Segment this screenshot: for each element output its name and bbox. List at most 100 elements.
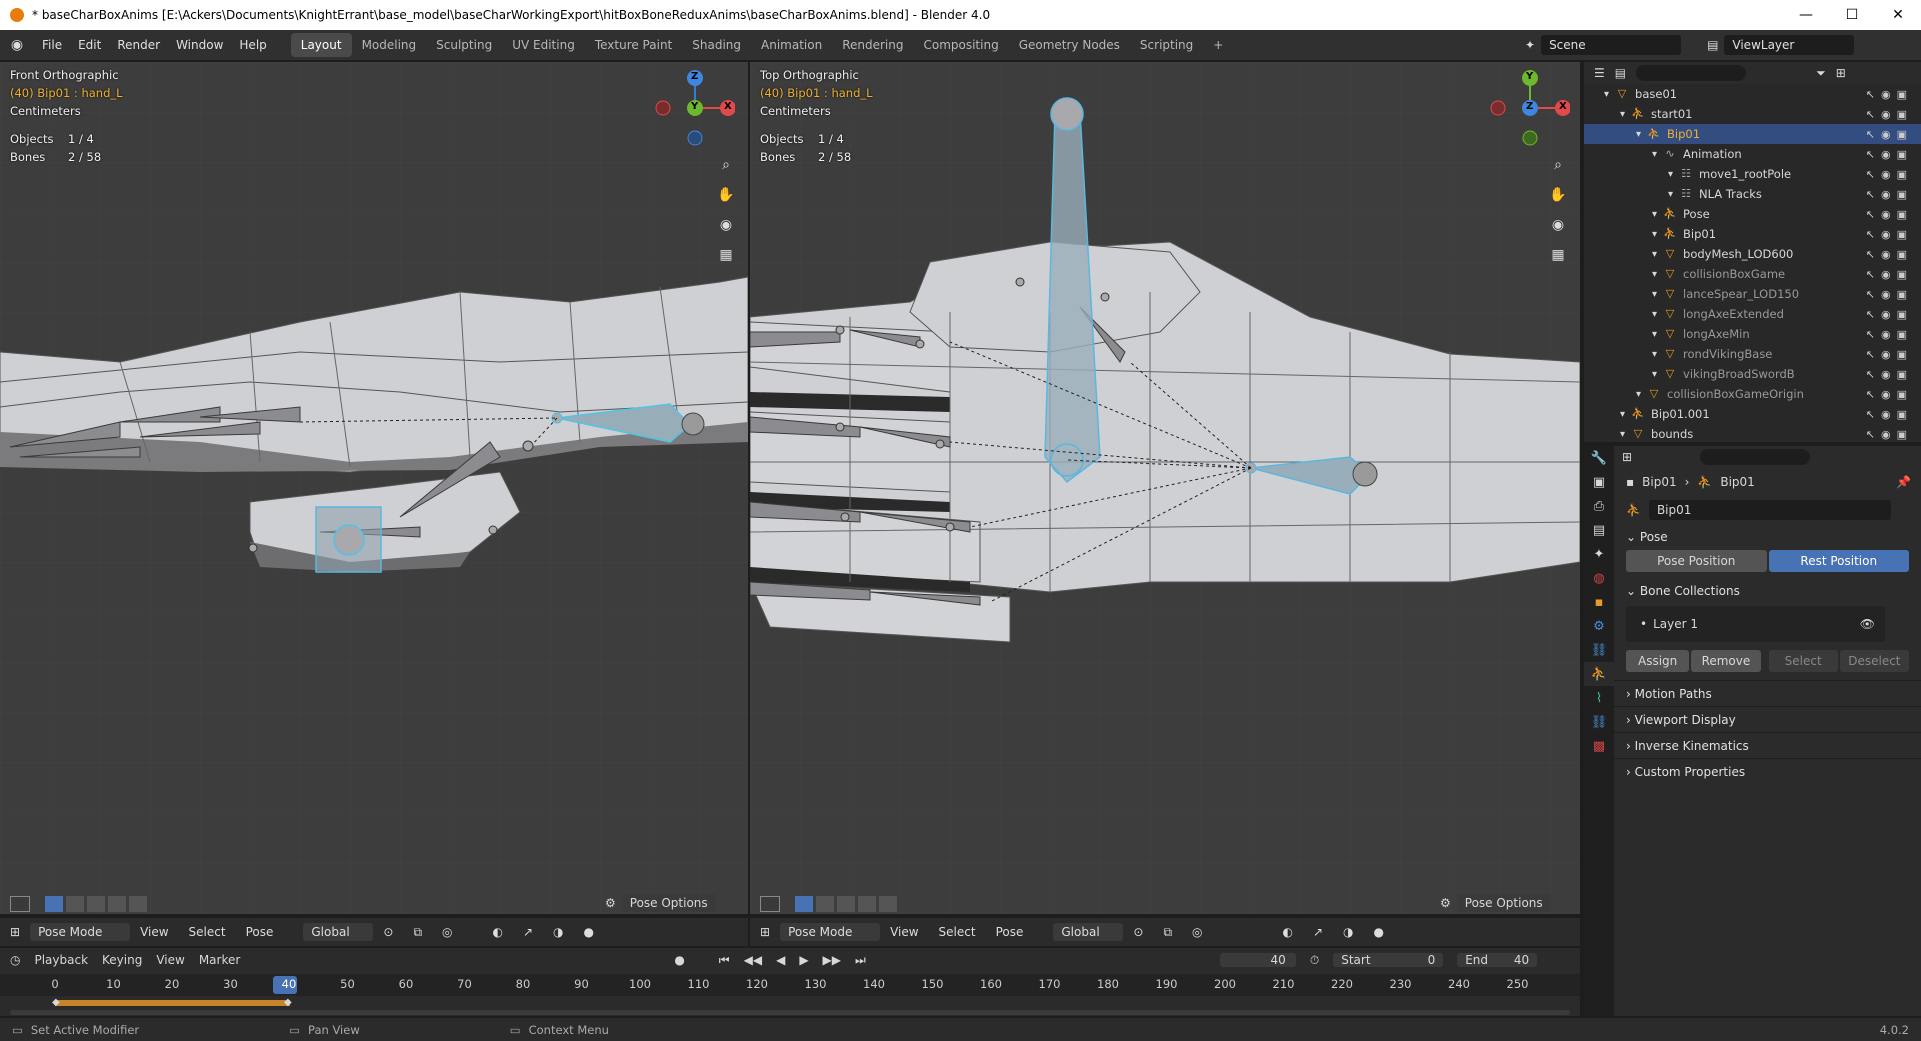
select-invert-icon[interactable] bbox=[858, 896, 876, 912]
visibility-toggles-icon[interactable]: ↖◉▣ bbox=[1866, 208, 1913, 221]
menu-view[interactable]: View bbox=[880, 925, 928, 939]
navigation-gizmo[interactable]: Z Y X bbox=[655, 68, 736, 148]
expand-arrow-icon[interactable]: ▾ bbox=[1620, 429, 1625, 440]
expand-arrow-icon[interactable]: ▾ bbox=[1652, 349, 1657, 360]
pose-options-icon[interactable]: ⚙ bbox=[1440, 896, 1451, 910]
expand-arrow-icon[interactable]: ▾ bbox=[1604, 89, 1609, 100]
frame-ruler[interactable]: 0 10 20 30 40 50 60 70 80 90 100 110 120 130 140 150 160… bbox=[0, 974, 1580, 996]
add-workspace-button[interactable]: + bbox=[1203, 33, 1233, 57]
outliner-search-input[interactable] bbox=[1636, 65, 1747, 81]
gizmo-icon[interactable]: ↗ bbox=[1303, 925, 1333, 939]
outliner-row[interactable]: ▾ ▽ vikingBroadSwordB ↖◉▣ bbox=[1584, 364, 1921, 384]
pose-options-icon[interactable]: ⚙ bbox=[605, 896, 616, 910]
properties-editor-icon[interactable]: ⊞ bbox=[1622, 450, 1632, 464]
assign-button[interactable]: Assign bbox=[1626, 650, 1690, 672]
overlay-icon[interactable]: ◑ bbox=[1333, 925, 1363, 939]
tab-modeling[interactable]: Modeling bbox=[352, 33, 427, 57]
pose-options-dropdown[interactable]: Pose Options bbox=[621, 894, 716, 912]
properties-search-input[interactable] bbox=[1700, 449, 1811, 465]
jump-end-icon[interactable]: ⏭ bbox=[855, 953, 866, 968]
bone-collections-header[interactable]: ⌄ Bone Collections bbox=[1614, 578, 1921, 604]
modifier-tab-icon[interactable]: ⚙ bbox=[1584, 614, 1614, 638]
timeline-scrollbar[interactable] bbox=[10, 1010, 1570, 1015]
outliner-row[interactable]: ▾ ▽ bounds ↖◉▣ bbox=[1584, 424, 1921, 442]
outliner-row[interactable]: ▾ ▽ collisionBoxGame ↖◉▣ bbox=[1584, 264, 1921, 284]
next-keyframe-icon[interactable]: ▶▶ bbox=[823, 953, 841, 967]
select-intersect-icon[interactable] bbox=[129, 896, 147, 912]
play-reverse-icon[interactable]: ◀ bbox=[776, 953, 785, 967]
outliner-editor-icon[interactable]: ☰ bbox=[1594, 66, 1605, 80]
tab-rendering[interactable]: Rendering bbox=[832, 33, 913, 57]
bone-tab-icon[interactable]: ⌇ bbox=[1584, 686, 1614, 710]
visibility-toggles-icon[interactable]: ↖◉▣ bbox=[1866, 288, 1913, 301]
view-layer-selector[interactable]: ViewLayer bbox=[1724, 35, 1855, 55]
select-invert-icon[interactable] bbox=[108, 896, 126, 912]
outliner-row[interactable]: ▾ ⛹ Bip01 ↖◉▣ bbox=[1584, 224, 1921, 244]
navigation-gizmo[interactable]: Y Z X bbox=[1490, 68, 1571, 148]
outliner-row[interactable]: ▾ ▽ rondVikingBase ↖◉▣ bbox=[1584, 344, 1921, 364]
visibility-toggles-icon[interactable]: ↖◉▣ bbox=[1866, 88, 1913, 101]
select-subtract-icon[interactable] bbox=[837, 896, 855, 912]
expand-arrow-icon[interactable]: ▾ bbox=[1652, 309, 1657, 320]
menu-edit[interactable]: Edit bbox=[70, 38, 109, 52]
armature-data-tab-icon[interactable]: ⛹ bbox=[1584, 662, 1614, 686]
menu-pose[interactable]: Pose bbox=[236, 925, 284, 939]
viewport-top[interactable]: Top Orthographic (40) Bip01 : hand_L Cen… bbox=[750, 62, 1580, 914]
select-subtract-icon[interactable] bbox=[87, 896, 105, 912]
pose-options-dropdown[interactable]: Pose Options bbox=[1456, 894, 1551, 912]
menu-help[interactable]: Help bbox=[231, 38, 274, 52]
snap-icon[interactable]: ⧉ bbox=[1153, 925, 1182, 940]
tool-icon[interactable] bbox=[760, 896, 780, 912]
menu-window[interactable]: Window bbox=[168, 38, 231, 52]
mode-dropdown[interactable]: Pose Mode bbox=[30, 923, 131, 941]
scene-icon[interactable]: ✦ bbox=[1525, 38, 1535, 52]
outliner-row[interactable]: ▾ ⛹ Bip01.001 ↖◉▣ bbox=[1584, 404, 1921, 424]
remove-button[interactable]: Remove bbox=[1691, 650, 1761, 672]
proportional-icon[interactable]: ◎ bbox=[432, 925, 462, 939]
outliner-row[interactable]: ▾ ▽ longAxeMin ↖◉▣ bbox=[1584, 324, 1921, 344]
proportional-icon[interactable]: ◎ bbox=[1182, 925, 1212, 939]
outliner-row[interactable]: ▾ ▽ longAxeExtended ↖◉▣ bbox=[1584, 304, 1921, 324]
scene-selector[interactable]: Scene bbox=[1541, 35, 1682, 55]
expand-arrow-icon[interactable]: ▾ bbox=[1652, 229, 1657, 240]
expand-arrow-icon[interactable]: ▾ bbox=[1652, 289, 1657, 300]
visibility-toggles-icon[interactable]: ↖◉▣ bbox=[1866, 168, 1913, 181]
filter-icon[interactable]: ⏷ bbox=[1816, 66, 1826, 81]
outliner-row[interactable]: ▾ ⛹ Bip01 ↖◉▣ bbox=[1584, 124, 1921, 144]
expand-arrow-icon[interactable]: ▾ bbox=[1620, 109, 1625, 120]
visibility-toggles-icon[interactable]: ↖◉▣ bbox=[1866, 308, 1913, 321]
maximize-icon[interactable]: ☐ bbox=[1829, 0, 1875, 30]
visibility-toggles-icon[interactable]: ↖◉▣ bbox=[1866, 228, 1913, 241]
expand-arrow-icon[interactable]: ▾ bbox=[1652, 249, 1657, 260]
tool-icon[interactable] bbox=[10, 896, 30, 912]
prev-keyframe-icon[interactable]: ◀◀ bbox=[744, 953, 762, 967]
tab-geometry-nodes[interactable]: Geometry Nodes bbox=[1009, 33, 1130, 57]
expand-arrow-icon[interactable]: ▾ bbox=[1620, 409, 1625, 420]
visibility-icon[interactable]: ◐ bbox=[1273, 925, 1303, 939]
mode-dropdown[interactable]: Pose Mode bbox=[780, 923, 881, 941]
tab-layout[interactable]: Layout bbox=[290, 33, 352, 57]
expand-arrow-icon[interactable]: ▾ bbox=[1652, 369, 1657, 380]
current-frame-field[interactable]: 40 bbox=[1219, 953, 1296, 967]
viewport-front[interactable]: Front Orthographic (40) Bip01 : hand_L C… bbox=[0, 62, 748, 914]
pivot-icon[interactable]: ⊙ bbox=[1123, 925, 1153, 939]
visibility-toggles-icon[interactable]: ↖◉▣ bbox=[1866, 428, 1913, 441]
visibility-toggles-icon[interactable]: ↖◉▣ bbox=[1866, 108, 1913, 121]
editor-type-icon[interactable]: ⊞ bbox=[0, 925, 30, 939]
tab-compositing[interactable]: Compositing bbox=[913, 33, 1008, 57]
visibility-toggles-icon[interactable]: ↖◉▣ bbox=[1866, 188, 1913, 201]
scene-tab-icon[interactable]: ✦ bbox=[1584, 542, 1614, 566]
custom-properties-panel[interactable]: › Custom Properties bbox=[1614, 758, 1921, 784]
visibility-toggles-icon[interactable]: ↖◉▣ bbox=[1866, 148, 1913, 161]
pin-icon[interactable]: 📌 bbox=[1896, 475, 1911, 489]
menu-playback[interactable]: Playback bbox=[34, 953, 88, 967]
shading-solid-icon[interactable]: ● bbox=[574, 925, 604, 939]
record-icon[interactable]: ● bbox=[674, 953, 684, 967]
pivot-icon[interactable]: ⊙ bbox=[373, 925, 403, 939]
menu-keying[interactable]: Keying bbox=[102, 953, 142, 967]
menu-view[interactable]: View bbox=[130, 925, 178, 939]
keyframe-icon[interactable]: ◆ bbox=[284, 997, 292, 1008]
expand-arrow-icon[interactable]: ▾ bbox=[1652, 269, 1657, 280]
menu-view[interactable]: View bbox=[156, 953, 184, 967]
constraint-tab-icon[interactable]: ⛓ bbox=[1584, 638, 1614, 662]
